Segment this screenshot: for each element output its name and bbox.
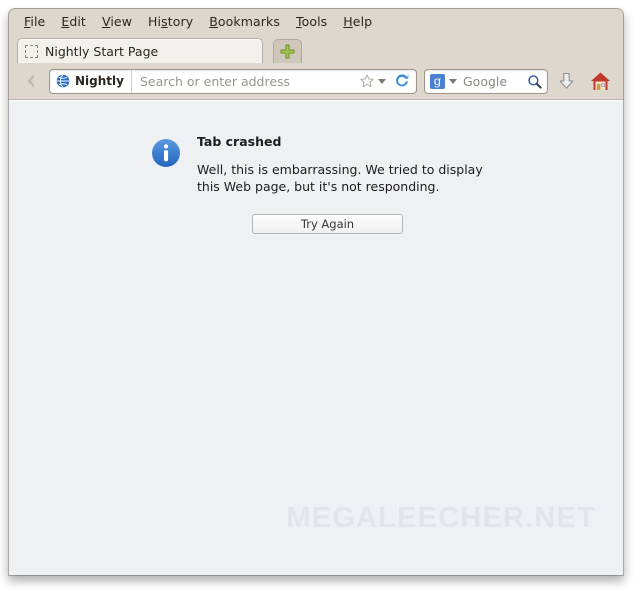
site-identity-box[interactable]: Nightly [50,69,132,93]
tab-label: Nightly Start Page [45,43,159,59]
crash-body: Well, this is embarrassing. We tried to … [197,162,483,194]
blank-favicon-icon [25,44,38,58]
plus-icon [280,44,295,59]
url-input[interactable]: Search or enter address [132,74,359,89]
crash-title: Tab crashed [197,134,282,149]
address-bar[interactable]: Nightly Search or enter address [49,68,417,94]
browser-window: File Edit View History Bookmarks Tools H… [8,8,624,575]
search-engine-chevron-down-icon[interactable] [449,78,457,84]
try-again-button[interactable]: Try Again [252,214,403,234]
tab-strip: Nightly Start Page [8,34,624,63]
menu-item-bookmarks[interactable]: Bookmarks [202,13,287,30]
home-button[interactable] [584,66,616,96]
menu-item-history[interactable]: History [141,13,200,30]
menu-label-history: Hi [148,13,162,29]
identity-label: Nightly [75,74,124,88]
star-icon[interactable] [359,73,375,89]
search-input[interactable]: Google [463,74,527,89]
page-content: Tab crashed Well, this is embarrassing. … [8,100,624,575]
download-arrow-icon [559,72,573,89]
menu-rest-tools: ools [301,13,328,29]
globe-icon [56,74,70,88]
menu-item-edit[interactable]: Edit [54,13,93,30]
chevron-down-icon[interactable] [378,78,386,84]
new-tab-button[interactable] [273,39,302,63]
menu-mnemonic-history: s [161,13,168,29]
search-bar[interactable]: g Google [424,68,548,94]
address-bar-icons [359,72,416,90]
notification-text: Tab crashed Well, this is embarrassing. … [197,134,511,234]
menu-item-view[interactable]: View [95,13,139,30]
tab-nightly-start-page[interactable]: Nightly Start Page [17,38,263,63]
menu-mnemonic-help: H [343,13,353,29]
menu-rest-edit: dit [69,13,86,29]
home-icon [590,72,610,90]
watermark: MEGALEECHER.NET [286,502,596,534]
menu-mnemonic-bookmarks: B [209,13,218,29]
menu-rest-bookmarks: ookmarks [217,13,280,29]
screenshot-root: File Edit View History Bookmarks Tools H… [0,0,636,605]
back-button[interactable] [16,68,46,94]
magnifier-icon[interactable] [527,74,542,89]
menu-rest-file: ile [30,13,46,29]
info-icon [152,139,180,167]
menu-rest-history: tory [167,13,194,29]
menu-item-help[interactable]: Help [336,13,379,30]
menu-item-tools[interactable]: Tools [289,13,334,30]
reload-icon[interactable] [393,72,411,90]
downloads-button[interactable] [550,66,582,96]
menu-rest-view: iew [110,13,133,29]
menu-bar: File Edit View History Bookmarks Tools H… [8,8,624,34]
menu-item-file[interactable]: File [17,13,52,30]
google-engine-icon[interactable]: g [430,73,445,89]
navigation-toolbar: Nightly Search or enter address g Google [8,63,624,100]
tab-crashed-notification: Tab crashed Well, this is embarrassing. … [151,134,511,234]
menu-rest-help: elp [352,13,373,29]
back-arrow-icon [27,74,34,88]
